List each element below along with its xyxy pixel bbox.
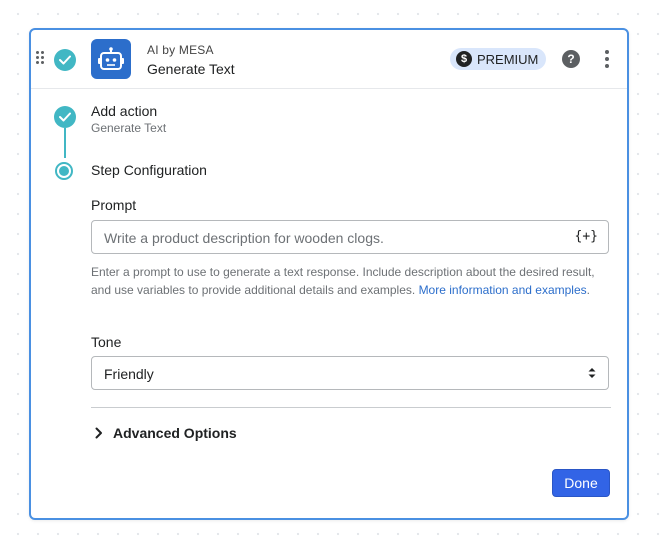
- tone-select[interactable]: Friendly: [91, 356, 609, 390]
- divider: [91, 407, 611, 408]
- prompt-input[interactable]: Write a product description for wooden c…: [91, 220, 609, 254]
- step-add-action-title[interactable]: Add action: [91, 103, 157, 119]
- select-arrows-icon: [588, 368, 596, 378]
- step-connector: [64, 128, 66, 158]
- step-configuration-title: Step Configuration: [91, 162, 207, 178]
- tone-selected-value: Friendly: [104, 366, 154, 382]
- tone-label: Tone: [91, 334, 122, 350]
- prompt-placeholder: Write a product description for wooden c…: [104, 230, 384, 246]
- premium-label: PREMIUM: [477, 51, 539, 67]
- drag-handle-icon[interactable]: [36, 51, 46, 67]
- insert-variable-icon[interactable]: {+}: [575, 229, 598, 244]
- step-card: AI by MESA Generate Text $ PREMIUM ? Add…: [29, 28, 629, 520]
- robot-icon: [91, 39, 131, 79]
- checkmark-icon: [54, 49, 76, 71]
- app-name: AI by MESA: [147, 43, 214, 57]
- done-button[interactable]: Done: [552, 469, 610, 497]
- step-add-action-subtitle: Generate Text: [91, 121, 167, 135]
- more-information-link[interactable]: More information and examples: [419, 283, 587, 297]
- card-header[interactable]: AI by MESA Generate Text $ PREMIUM ?: [31, 30, 627, 89]
- action-name: Generate Text: [147, 61, 235, 77]
- advanced-options-label: Advanced Options: [113, 425, 237, 441]
- prompt-help-suffix: .: [586, 283, 590, 297]
- prompt-help-text: Enter a prompt to use to generate a text…: [91, 263, 611, 299]
- chevron-right-icon: [95, 427, 102, 439]
- help-icon[interactable]: ?: [562, 50, 580, 68]
- prompt-label: Prompt: [91, 197, 137, 213]
- dollar-icon: $: [456, 51, 472, 67]
- more-options-icon[interactable]: [604, 50, 610, 68]
- step-complete-icon: [54, 106, 76, 128]
- step-current-icon: [55, 162, 73, 180]
- advanced-options-toggle[interactable]: Advanced Options: [95, 425, 237, 441]
- premium-badge: $ PREMIUM: [450, 48, 547, 70]
